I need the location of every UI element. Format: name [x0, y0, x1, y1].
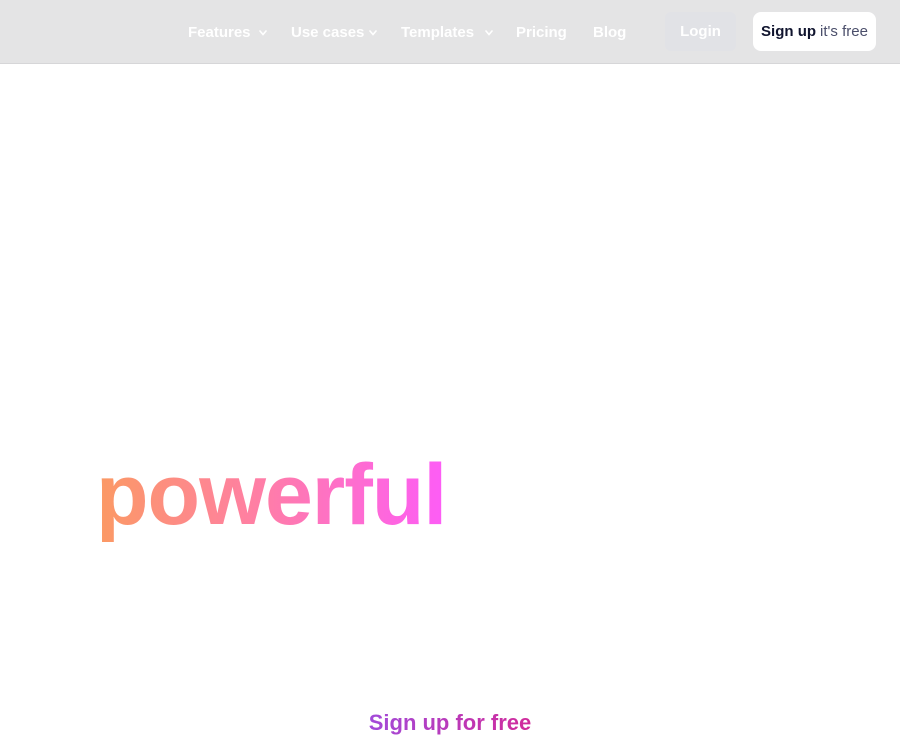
nav-item-label: Blog — [593, 24, 627, 41]
chevron-down-icon[interactable] — [368, 22, 378, 44]
login-button[interactable]: Login — [665, 12, 736, 51]
hero-headline-word: powerful — [96, 440, 447, 550]
nav-item-label: Use cases — [291, 24, 365, 41]
chevron-down-icon[interactable] — [258, 22, 268, 44]
nav-item-blog[interactable]: Blog — [593, 22, 626, 44]
nav-item-templates[interactable]: Templates — [401, 22, 474, 44]
cta-label: Sign up for free — [368, 710, 532, 735]
signup-label: Sign up — [761, 23, 817, 40]
signup-sublabel: it's free — [820, 23, 868, 40]
login-label: Login — [680, 23, 721, 40]
nav-item-label: Templates — [401, 24, 475, 41]
nav-item-label: Features — [188, 24, 251, 41]
signup-for-free-link[interactable]: Sign up for free — [0, 706, 900, 740]
top-navbar: Features Use cases Templates Pricing Blo… — [0, 0, 900, 64]
nav-item-features[interactable]: Features — [188, 22, 251, 44]
nav-item-label: Pricing — [516, 24, 567, 41]
nav-item-use-cases[interactable]: Use cases — [291, 22, 364, 44]
nav-item-pricing[interactable]: Pricing — [516, 22, 567, 44]
signup-button[interactable]: Sign up it's free — [753, 12, 876, 51]
chevron-down-icon[interactable] — [484, 22, 494, 44]
